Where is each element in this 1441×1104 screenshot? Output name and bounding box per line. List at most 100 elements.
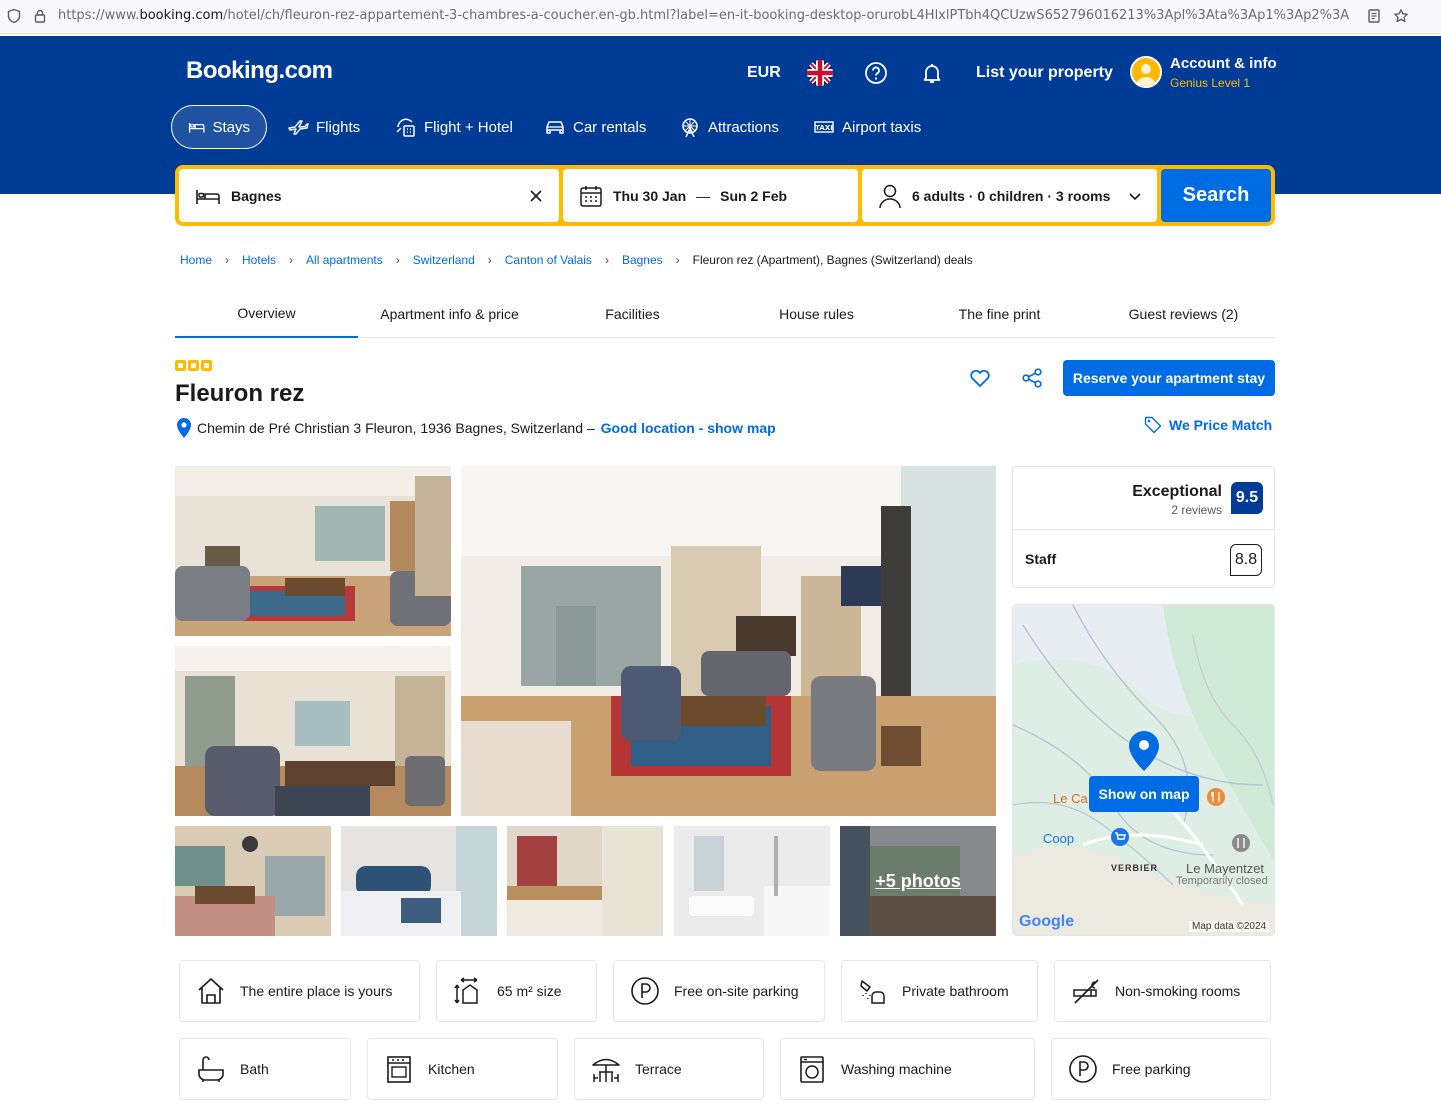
chevron-right-icon: › (225, 253, 230, 267)
property-address: Chemin de Pré Christian 3 Fleuron, 1936 … (177, 418, 776, 438)
gallery-photo-dining-area[interactable] (175, 646, 451, 816)
show-on-map-button[interactable]: Show on map (1089, 776, 1199, 812)
facility-label: The entire place is yours (240, 983, 393, 999)
person-icon (879, 184, 901, 208)
address-text: Chemin de Pré Christian 3 Fleuron, 1936 … (197, 420, 595, 436)
map-label-closed: Temporarily closed (1176, 875, 1268, 887)
star-icon (201, 360, 212, 371)
tab-fine-print[interactable]: The fine print (908, 290, 1091, 338)
restaurant-marker-icon[interactable] (1206, 787, 1226, 807)
search-bar: Bagnes Thu 30 Jan — Sun 2 Feb 6 adults ·… (175, 165, 1275, 226)
chevron-right-icon: › (604, 253, 609, 267)
nav-stays-label: Stays (212, 118, 250, 136)
reserve-button[interactable]: Reserve your apartment stay (1063, 360, 1275, 396)
destination-field[interactable]: Bagnes (179, 169, 559, 222)
bookmark-star-icon[interactable] (1393, 8, 1409, 24)
tab-guest-reviews[interactable]: Guest reviews (2) (1092, 290, 1275, 338)
star-icon (188, 360, 199, 371)
nav-stays[interactable]: Stays (171, 105, 267, 149)
more-photos-overlay[interactable]: +5 photos (840, 826, 996, 936)
no-smoking-icon (1073, 979, 1099, 1004)
tab-overview[interactable]: Overview (175, 290, 358, 338)
shield-icon[interactable] (6, 8, 22, 24)
booking-logo[interactable]: Booking.com (186, 57, 333, 85)
google-logo: Google (1019, 913, 1075, 930)
shower-icon (860, 980, 885, 1004)
property-map-pin-icon[interactable] (1128, 731, 1160, 771)
breadcrumb-switzerland[interactable]: Switzerland (413, 253, 475, 267)
breadcrumb-valais[interactable]: Canton of Valais (505, 253, 592, 267)
address-bar[interactable]: https://www.booking.com/hotel/ch/fleuron… (58, 8, 1358, 23)
reader-view-icon[interactable] (1366, 8, 1382, 24)
gallery-thumb-bedroom[interactable] (341, 826, 497, 936)
check-out-value: Sun 2 Feb (720, 187, 788, 204)
parking-icon (631, 977, 659, 1005)
shop-marker-icon[interactable] (1110, 827, 1130, 847)
notification-bell-icon[interactable] (920, 61, 944, 85)
map-pin-icon (177, 418, 191, 438)
nav-flight-hotel[interactable]: Flight + Hotel (395, 105, 513, 149)
facility-label: Non-smoking rooms (1115, 983, 1241, 999)
facility-private-bathroom: Private bathroom (841, 960, 1038, 1022)
share-icon[interactable] (1020, 366, 1044, 390)
facility-entire-place: The entire place is yours (179, 960, 420, 1022)
price-match-link[interactable]: We Price Match (1144, 416, 1272, 434)
currency-selector[interactable]: EUR (747, 64, 781, 82)
check-in-value: Thu 30 Jan (613, 187, 687, 204)
breadcrumb-hotels[interactable]: Hotels (242, 253, 276, 267)
facility-kitchen: Kitchen (367, 1038, 558, 1100)
property-tabs: Overview Apartment info & price Faciliti… (175, 290, 1275, 338)
breadcrumb-bagnes[interactable]: Bagnes (622, 253, 663, 267)
nav-flights[interactable]: Flights (287, 105, 360, 149)
taxi-icon: TAXI (814, 121, 834, 133)
closed-place-marker-icon[interactable] (1231, 833, 1251, 853)
nav-car-rentals[interactable]: Car rentals (544, 105, 646, 149)
map-attribution: Map data ©2024 (1189, 921, 1270, 932)
location-map[interactable]: Show on map Le Ca Coop VERBIER Le Mayent… (1012, 604, 1275, 936)
gallery-thumb-bathroom[interactable] (674, 826, 830, 936)
facility-free-parking: Free parking (1051, 1038, 1271, 1100)
gallery-photo-living-room[interactable] (175, 466, 451, 636)
map-label-verbier: VERBIER (1111, 863, 1159, 873)
house-icon (198, 978, 224, 1004)
review-count: 2 reviews (1171, 503, 1222, 517)
avatar[interactable] (1130, 56, 1162, 88)
clear-destination-icon[interactable] (529, 189, 543, 203)
tab-house-rules[interactable]: House rules (725, 290, 908, 338)
language-flag-icon[interactable] (807, 60, 833, 86)
flight-hotel-icon (396, 118, 415, 137)
nav-attractions[interactable]: Attractions (679, 105, 779, 149)
gallery-photo-main[interactable] (461, 466, 996, 816)
map-label-mayentzet: Le Mayentzet (1186, 861, 1265, 876)
facility-label: Private bathroom (902, 983, 1009, 999)
search-button[interactable]: Search (1161, 169, 1271, 222)
lock-icon[interactable] (32, 8, 48, 24)
bed-icon (188, 123, 205, 133)
date-field[interactable]: Thu 30 Jan — Sun 2 Feb (563, 169, 858, 222)
guests-field[interactable]: 6 adults · 0 children · 3 rooms (862, 169, 1157, 222)
gallery-thumb-bunk-room[interactable] (507, 826, 663, 936)
chevron-down-icon (1129, 193, 1141, 201)
chevron-right-icon: › (289, 253, 294, 267)
gallery-thumb-more[interactable]: +5 photos (840, 826, 996, 936)
show-map-link[interactable]: Good location - show map (601, 420, 776, 436)
facility-washing-machine: Washing machine (780, 1038, 1035, 1100)
star-icon (175, 360, 186, 371)
breadcrumb: Home › Hotels › All apartments › Switzer… (180, 253, 973, 267)
tab-apartment-info[interactable]: Apartment info & price (358, 290, 541, 338)
gallery-thumb-kitchen[interactable] (175, 826, 331, 936)
nav-attractions-label: Attractions (708, 118, 779, 136)
washing-machine-icon (800, 1056, 824, 1083)
account-name[interactable]: Account & info (1170, 55, 1277, 72)
list-property-link[interactable]: List your property (976, 64, 1113, 82)
tab-facilities[interactable]: Facilities (541, 290, 724, 338)
heart-icon[interactable] (968, 366, 992, 390)
breadcrumb-apartments[interactable]: All apartments (306, 253, 383, 267)
facility-label: Free on-site parking (674, 983, 799, 999)
help-icon[interactable] (864, 61, 888, 85)
plane-icon (288, 120, 309, 135)
destination-value: Bagnes (231, 187, 282, 204)
nav-airport-taxis[interactable]: TAXI Airport taxis (813, 105, 921, 149)
breadcrumb-home[interactable]: Home (180, 253, 212, 267)
review-score-card[interactable]: Exceptional 2 reviews 9.5 Staff 8.8 (1012, 466, 1275, 588)
